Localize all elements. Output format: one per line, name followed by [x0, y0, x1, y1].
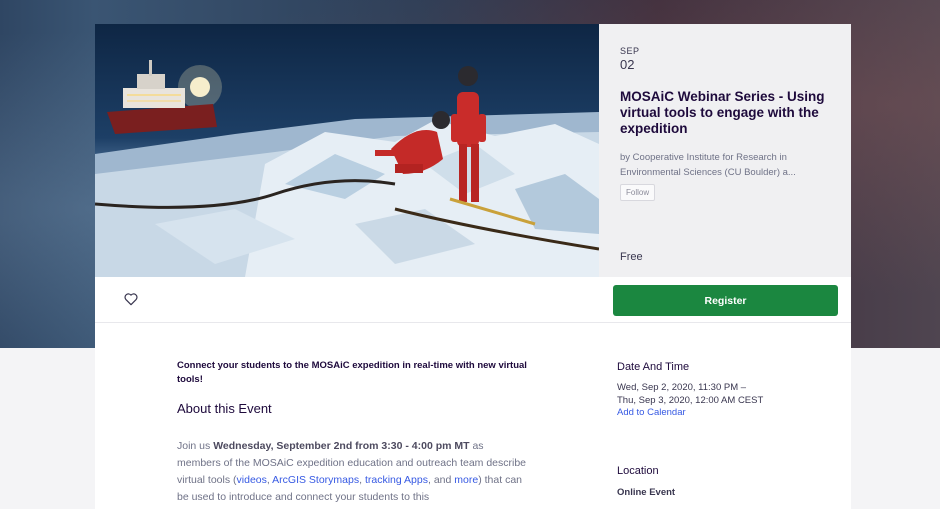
location-heading: Location	[617, 464, 659, 477]
link-videos[interactable]: videos	[237, 474, 267, 486]
add-to-calendar-link[interactable]: Add to Calendar	[617, 407, 827, 420]
location-value: Online Event	[617, 486, 676, 498]
organizer-name[interactable]: by Cooperative Institute for Research in…	[620, 150, 831, 180]
event-day: 02	[620, 57, 635, 72]
event-tagline: Connect your students to the MOSAiC expe…	[177, 360, 527, 385]
event-price: Free	[620, 251, 643, 263]
action-bar: Register	[95, 277, 851, 323]
register-button[interactable]: Register	[613, 285, 838, 316]
desc-bold-datetime: Wednesday, September 2nd from 3:30 - 4:0…	[213, 440, 470, 452]
link-arcgis-storymaps[interactable]: ArcGIS Storymaps	[272, 474, 359, 486]
heart-icon[interactable]	[123, 291, 139, 307]
date-time-heading: Date And Time	[617, 361, 690, 373]
link-tracking-apps[interactable]: tracking Apps	[365, 474, 428, 486]
event-description: Join us Wednesday, September 2nd from 3:…	[177, 438, 527, 506]
date-location-sidebar: Date And Time Wed, Sep 2, 2020, 11:30 PM…	[617, 361, 827, 498]
desc-text: , and	[428, 474, 455, 486]
event-datetime: Wed, Sep 2, 2020, 11:30 PM – Thu, Sep 3,…	[617, 382, 827, 420]
desc-text: Join us	[177, 440, 214, 452]
about-heading: About this Event	[177, 401, 272, 416]
datetime-start: Wed, Sep 2, 2020, 11:30 PM –	[617, 382, 747, 393]
event-title: MOSAiC Webinar Series - Using virtual to…	[620, 89, 825, 136]
event-month: SEP	[620, 46, 640, 56]
event-hero-image	[95, 24, 599, 277]
event-info-panel: SEP 02 MOSAiC Webinar Series - Using vir…	[599, 24, 851, 277]
event-description-section: Connect your students to the MOSAiC expe…	[177, 359, 547, 506]
link-more[interactable]: more	[454, 474, 478, 486]
datetime-end: Thu, Sep 3, 2020, 12:00 AM CEST	[617, 394, 764, 406]
follow-button[interactable]: Follow	[620, 184, 656, 201]
